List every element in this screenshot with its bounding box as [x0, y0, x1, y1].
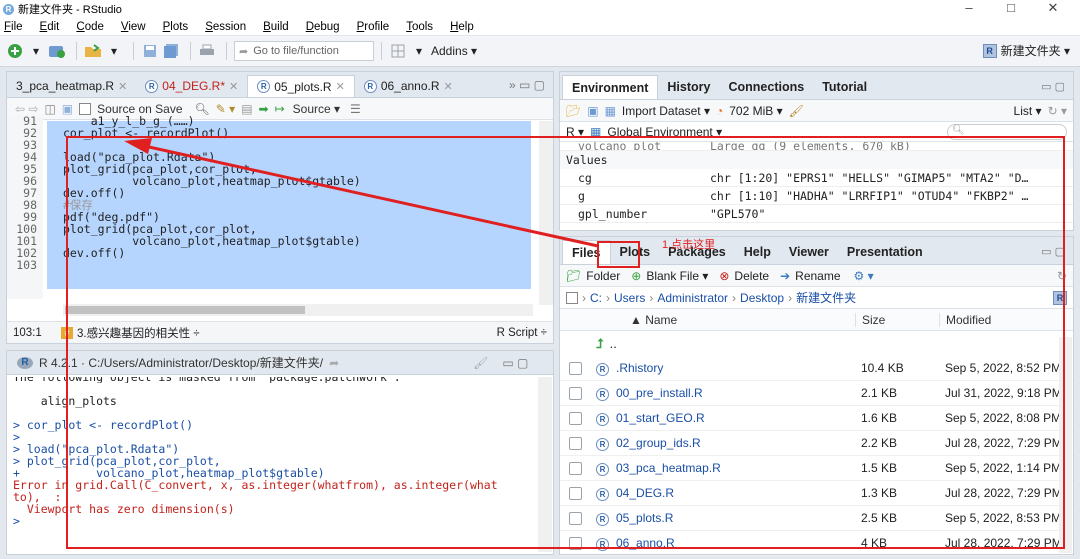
rstudio-window: R 新建文件夹 - RStudio – □ ✕ File Edit Code V… [0, 0, 1080, 559]
arrow-head [124, 138, 152, 154]
arrow-shaft [139, 143, 599, 248]
annotation-arrow [124, 138, 599, 248]
